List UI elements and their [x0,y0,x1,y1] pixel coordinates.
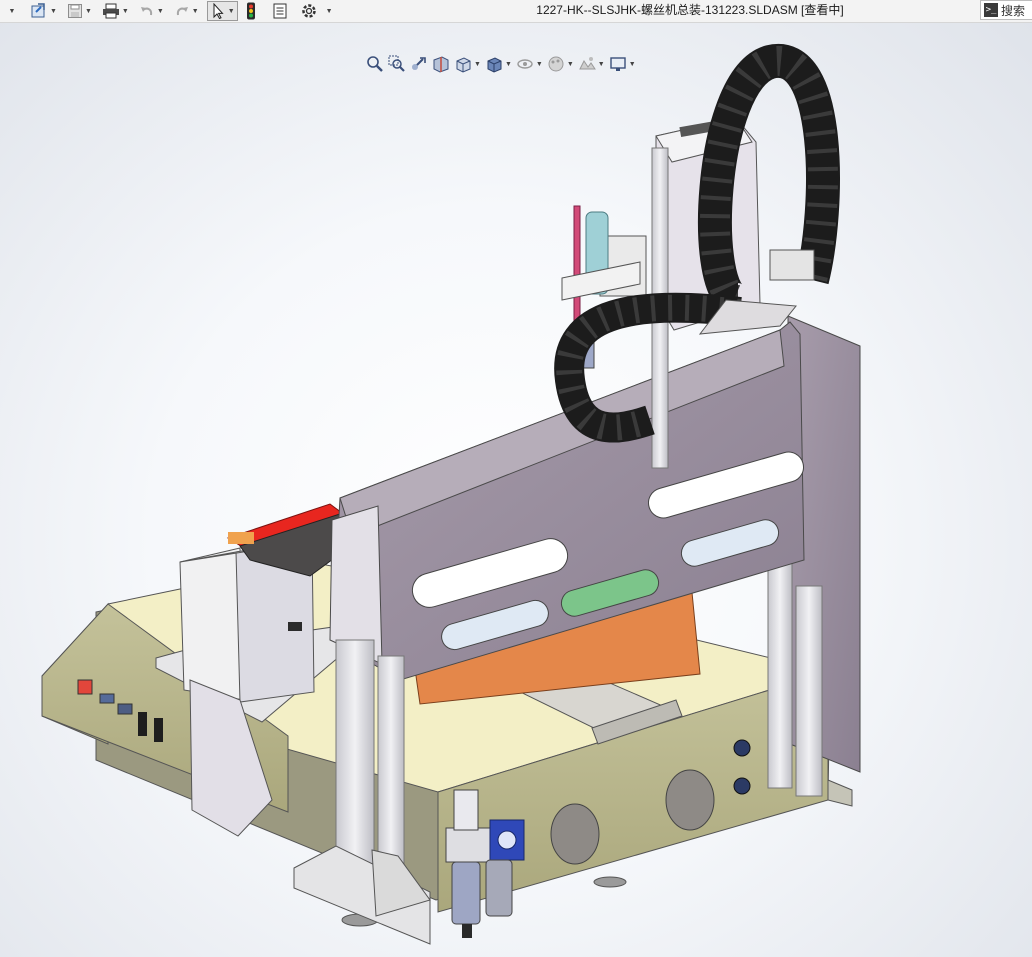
dropdown-arrow-icon: ▼ [84,7,92,15]
view-orientation-icon [456,57,471,73]
rebuild-status-button[interactable] [242,1,260,21]
dropdown-arrow-icon: ▼ [504,60,512,68]
lubricator-bowl [485,859,513,917]
network-port[interactable] [117,703,133,715]
heads-up-view-toolbar: ▼ ▼ ▼ ▼ ▼ ▼ [364,53,638,75]
dropdown-arrow-icon: ▼ [156,7,164,15]
feeder-side-panel[interactable] [179,547,245,701]
zoom-to-fit-button[interactable] [364,54,386,74]
hide-show-items-button[interactable]: ▼ [514,54,545,74]
leveling-foot-right [593,876,627,888]
options-gear-icon [301,4,316,18]
undo-icon [140,7,152,16]
zoom-to-area-icon [388,55,405,72]
power-switch[interactable] [77,679,93,695]
edit-appearance-icon [548,56,564,72]
dropdown-arrow-icon: ▼ [227,7,235,15]
drain-valve [462,924,472,938]
previous-view-button[interactable] [408,54,430,74]
open-file-icon [31,3,45,18]
base-foot-bracket [827,779,853,807]
dropdown-arrow-icon: ▼ [474,60,481,68]
pressure-gauge-dial [497,830,517,850]
dropdown-arrow-icon: ▼ [628,60,636,68]
feeder-latch[interactable] [288,622,302,631]
right-aluminum-profile-rear [795,585,823,797]
right-aluminum-profile [767,547,793,789]
redo-button[interactable]: ▼ [172,1,201,21]
section-view-icon [433,56,449,73]
view-settings-button[interactable]: ▼ [607,54,638,74]
traffic-light-icon [246,2,255,20]
file-properties-icon [273,3,287,19]
zoom-to-area-button[interactable] [386,54,408,74]
options-button[interactable]: ▼ [298,1,335,21]
rocker-switch-1[interactable] [138,712,147,736]
display-style-icon [487,57,502,73]
undo-button[interactable]: ▼ [137,1,166,21]
cable-port-hole-right [665,769,715,831]
dropdown-arrow-icon: ▼ [121,7,129,15]
dropdown-arrow-icon: ▼ [597,60,605,68]
dropdown-arrow-icon: ▼ [325,7,333,15]
hide-show-items-icon [517,59,533,69]
rocker-switch-2[interactable] [154,718,163,742]
dropdown-arrow-icon: ▼ [8,7,16,15]
zoom-to-fit-icon [367,56,383,72]
apply-scene-icon [578,57,596,70]
print-button[interactable]: ▼ [100,1,131,21]
edit-appearance-button[interactable]: ▼ [545,54,576,74]
save-button[interactable]: ▼ [65,1,94,21]
aviation-connector-1[interactable] [733,739,751,757]
dropdown-arrow-icon: ▼ [566,60,574,68]
select-button[interactable]: ▼ [206,1,238,21]
view-settings-icon [609,57,626,71]
command-prompt-icon: >_ [984,3,998,17]
main-toolbar: ▼ ▼ ▼ ▼ ▼ ▼ ▼ ▼ 1227-HK--SLSJHK-螺丝机总装-13… [0,0,1032,23]
screwdriver-bit [573,205,581,335]
print-icon [102,3,119,19]
apply-scene-button[interactable]: ▼ [576,54,607,74]
graphics-area[interactable]: ▼ ▼ ▼ ▼ ▼ ▼ [0,23,1032,957]
toolbar-menu-dropdown[interactable]: ▼ [2,1,20,21]
previous-view-icon [412,57,426,70]
dropdown-arrow-icon: ▼ [50,7,57,15]
regulator-body[interactable] [445,827,491,863]
search-label: 搜索 [1001,3,1026,18]
view-orientation-button[interactable]: ▼ [452,54,483,74]
cable-port-hole-left [550,803,600,865]
dropdown-arrow-icon: ▼ [191,7,199,15]
document-title: 1227-HK--SLSJHK-螺丝机总装-131223.SLDASM [查看中… [536,3,844,17]
dropdown-arrow-icon: ▼ [535,60,543,68]
usb-port[interactable] [99,693,115,704]
upper-chain-bracket [769,249,815,281]
regulator-knob-housing [453,789,479,831]
save-icon [67,4,82,18]
section-view-button[interactable] [430,54,452,74]
aviation-connector-2[interactable] [733,777,751,795]
screw-machine-assembly-model[interactable] [0,23,1032,957]
redo-icon [176,7,188,16]
open-file-button[interactable]: ▼ [28,1,59,21]
display-style-button[interactable]: ▼ [483,54,514,74]
command-search-box[interactable]: >_ 搜索 [980,0,1032,20]
orange-tab [228,532,254,544]
file-properties-button[interactable] [270,1,290,21]
filter-bowl [451,861,481,925]
select-cursor-icon [213,3,224,19]
